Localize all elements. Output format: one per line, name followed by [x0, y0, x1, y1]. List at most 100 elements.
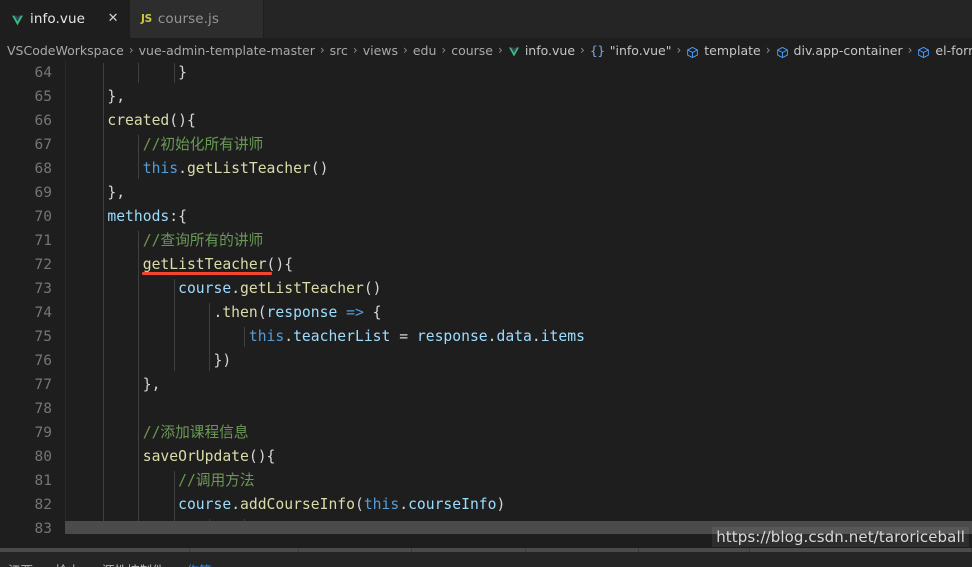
breadcrumb-label: info.vue: [524, 42, 576, 58]
breadcrumb-item[interactable]: VSCodeWorkspace: [7, 43, 124, 58]
code-token: getListTeacher: [240, 280, 364, 297]
breadcrumb-item[interactable]: info.vue: [508, 43, 575, 58]
code-line[interactable]: 71 //查询所有的讲师: [0, 229, 972, 253]
line-content[interactable]: .then(response => {: [72, 301, 382, 325]
line-content[interactable]: course.getListTeacher(): [72, 277, 382, 301]
breadcrumb-item[interactable]: template: [686, 42, 761, 58]
code-line[interactable]: 77 },: [0, 373, 972, 397]
line-number: 78: [34, 401, 52, 417]
code-token: (){: [248, 448, 276, 465]
line-content[interactable]: }): [72, 349, 231, 373]
code-line[interactable]: 82 course.addCourseInfo(this.courseInfo): [0, 493, 972, 517]
code-line[interactable]: 75 this.teacherList = response.data.item…: [0, 325, 972, 349]
breadcrumb-label: template: [704, 42, 761, 58]
line-content[interactable]: //添加课程信息: [72, 421, 249, 445]
breadcrumb-separator: ›: [128, 43, 134, 57]
ime-candidate[interactable]: 抢山: [55, 560, 80, 567]
breadcrumb-item[interactable]: views: [363, 43, 398, 58]
line-number: 82: [34, 497, 52, 513]
tab-course-js[interactable]: JS course.js: [130, 0, 265, 38]
breadcrumb-label: div.app-container: [793, 42, 903, 58]
close-icon[interactable]: ✕: [105, 11, 121, 27]
code-line[interactable]: 76 }): [0, 349, 972, 373]
line-content[interactable]: methods:{: [72, 205, 187, 229]
breadcrumb-item[interactable]: edu: [413, 43, 437, 58]
code-line[interactable]: 80 saveOrUpdate(){: [0, 445, 972, 469]
code-token: items: [540, 328, 585, 345]
close-icon[interactable]: [239, 11, 255, 27]
braces-icon: {}: [589, 42, 605, 58]
code-token: then: [222, 304, 258, 321]
line-number: 68: [34, 161, 52, 177]
code-token: }): [72, 352, 232, 369]
code-line[interactable]: 78: [0, 397, 972, 421]
bottom-segment: [749, 548, 972, 552]
code-token: (): [310, 160, 329, 177]
code-line[interactable]: 72 getListTeacher(){: [0, 253, 972, 277]
ime-candidate-bar[interactable]: 江西 抢山 源性控制件 作答: [8, 560, 212, 567]
breadcrumb-label: vue-admin-template-master: [138, 42, 315, 58]
line-content[interactable]: created(){: [72, 109, 196, 133]
line-content[interactable]: saveOrUpdate(){: [72, 445, 276, 469]
tab-info-vue[interactable]: info.vue ✕: [0, 0, 131, 38]
cube-icon: [776, 46, 789, 59]
line-content[interactable]: this.teacherList = response.data.items: [72, 325, 585, 349]
code-line[interactable]: 68 this.getListTeacher(): [0, 157, 972, 181]
breadcrumb-separator: ›: [498, 43, 503, 57]
breadcrumb-separator: ›: [352, 43, 358, 57]
code-token: (){: [266, 256, 294, 273]
ime-candidate[interactable]: 江西: [8, 560, 33, 567]
line-content[interactable]: course.addCourseInfo(this.courseInfo): [72, 493, 505, 517]
breadcrumb-separator: ›: [580, 43, 585, 57]
code-token: (: [355, 496, 364, 513]
code-token: (){: [169, 112, 196, 129]
ime-candidate[interactable]: 作答: [187, 560, 212, 567]
breadcrumb-item[interactable]: {} "info.vue": [590, 43, 672, 58]
code-token: ): [496, 496, 506, 513]
code-line[interactable]: 70 methods:{: [0, 205, 972, 229]
code-line[interactable]: 73 course.getListTeacher(): [0, 277, 972, 301]
line-content[interactable]: },: [72, 85, 125, 109]
code-token: (): [363, 280, 382, 297]
line-number: 83: [34, 521, 52, 534]
code-line[interactable]: 74 .then(response => {: [0, 301, 972, 325]
breadcrumb-item[interactable]: src: [330, 43, 348, 58]
line-content[interactable]: //查询所有的讲师: [72, 229, 264, 253]
code-line[interactable]: 66 created(){: [0, 109, 972, 133]
ime-candidate[interactable]: 源性控制件: [102, 560, 165, 567]
line-number: 70: [34, 209, 52, 225]
code-line[interactable]: 67 //初始化所有讲师: [0, 133, 972, 157]
breadcrumb-separator: ›: [907, 43, 913, 57]
breadcrumb: VSCodeWorkspace › vue-admin-template-maste…: [0, 39, 972, 61]
code-editor[interactable]: 64 } 65 }, 66 created(){67 //初始化所有讲师 68 thi…: [0, 61, 972, 534]
code-line[interactable]: 69 },: [0, 181, 972, 205]
line-content[interactable]: //调用方法: [72, 469, 255, 493]
code-line[interactable]: 81 //调用方法: [0, 469, 972, 493]
breadcrumb-item[interactable]: div.app-container: [776, 43, 903, 58]
line-content[interactable]: }: [72, 61, 187, 85]
breadcrumb-item[interactable]: course: [451, 43, 493, 58]
line-content[interactable]: },: [72, 181, 125, 205]
code-line[interactable]: 64 }: [0, 61, 972, 85]
editor-tab-bar: info.vue ✕ JS course.js: [0, 0, 972, 39]
code-lines[interactable]: 64 } 65 }, 66 created(){67 //初始化所有讲师 68 thi…: [0, 61, 972, 534]
code-token: {: [363, 304, 382, 321]
code-token: //调用方法: [178, 472, 255, 489]
breadcrumb-item[interactable]: vue-admin-template-master: [139, 43, 315, 58]
line-content[interactable]: this.getListTeacher(): [72, 157, 329, 181]
line-content[interactable]: //初始化所有讲师: [72, 133, 264, 157]
breadcrumb-item[interactable]: el-form: [917, 43, 972, 58]
code-line[interactable]: 79 //添加课程信息: [0, 421, 972, 445]
code-token: this: [142, 160, 179, 177]
line-number: 73: [34, 281, 52, 297]
line-content[interactable]: },: [72, 373, 161, 397]
code-line[interactable]: 65 },: [0, 85, 972, 109]
cube-icon: [917, 46, 930, 59]
